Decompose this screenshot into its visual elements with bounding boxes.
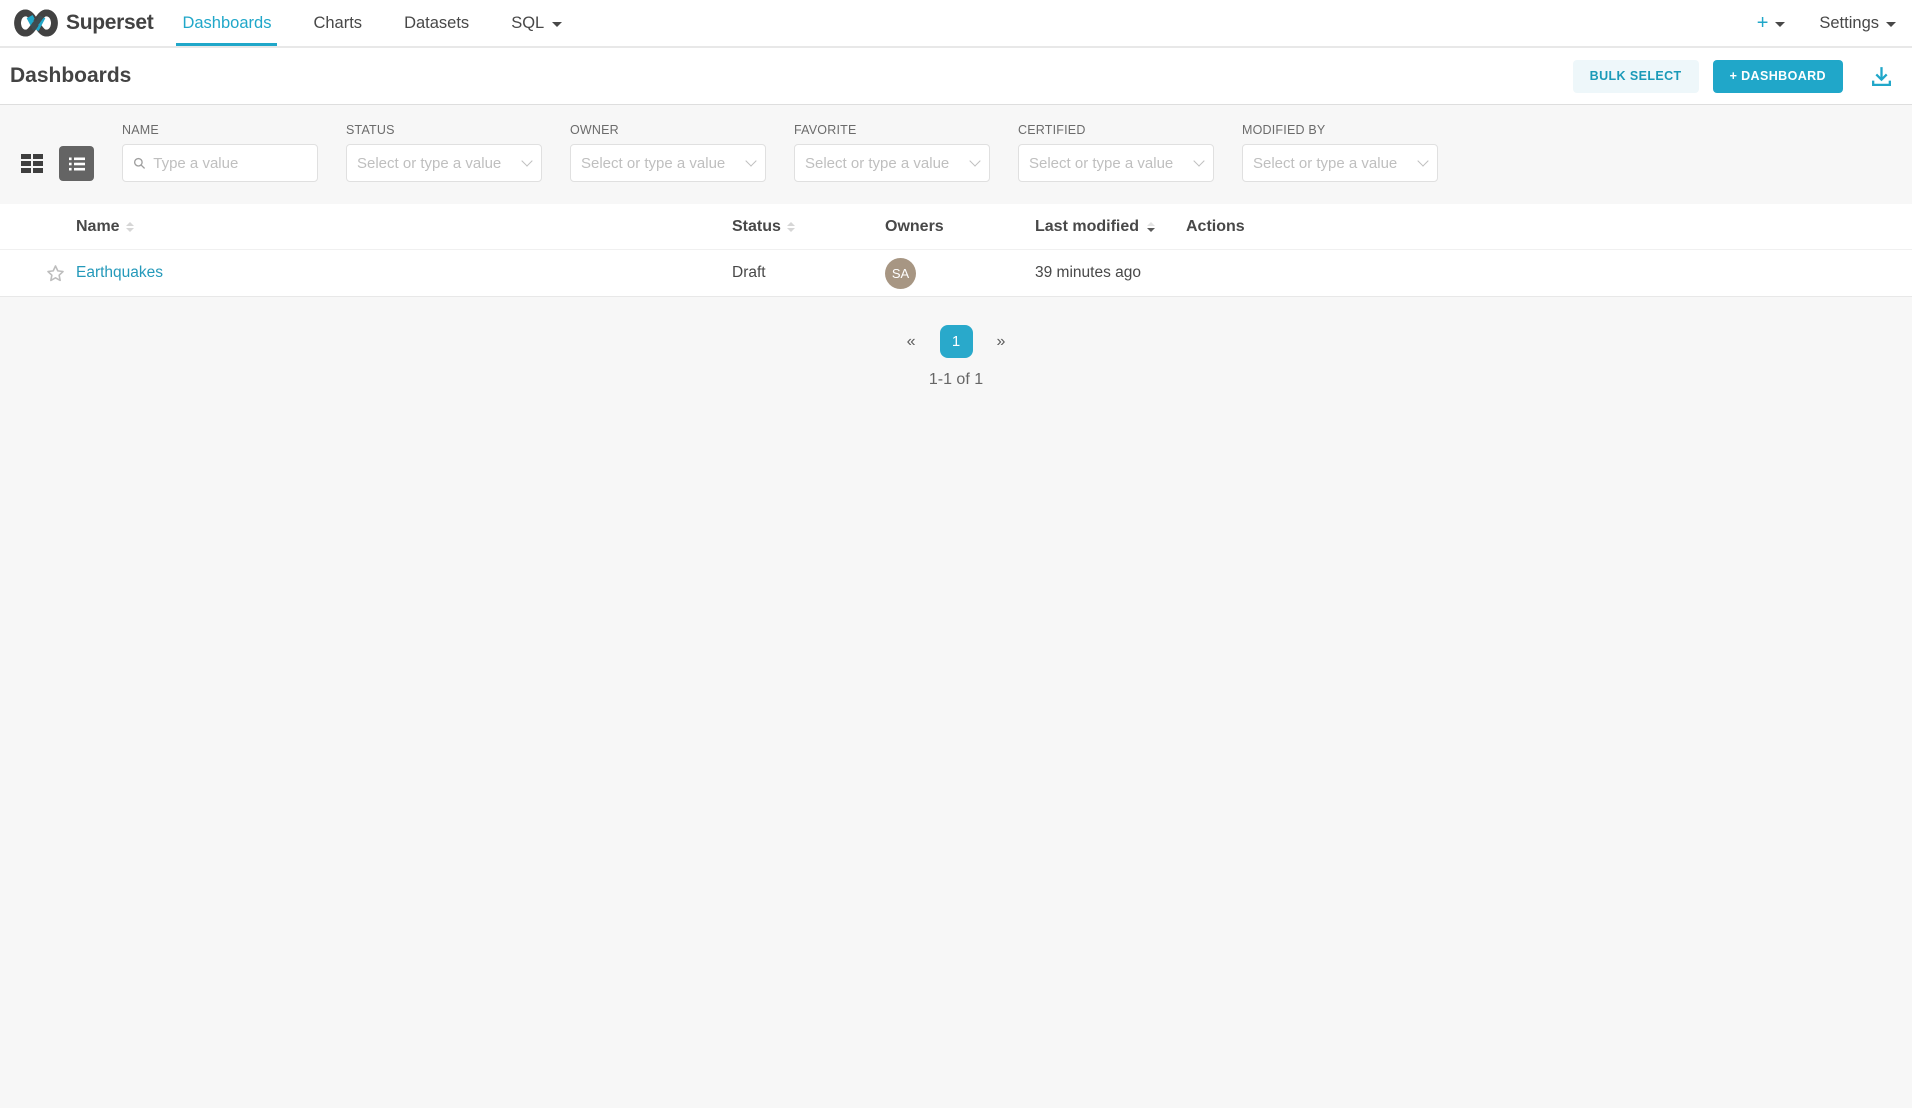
nav-tab-sql[interactable]: SQL: [505, 0, 568, 46]
sort-desc-icon: [1147, 222, 1155, 232]
nav-tab-sql-label: SQL: [511, 14, 544, 33]
main-nav: Dashboards Charts Datasets SQL: [161, 0, 583, 46]
filter-field-certified: CERTIFIED Select or type a value: [1018, 123, 1214, 182]
top-navbar: Superset Dashboards Charts Datasets SQL …: [0, 0, 1912, 48]
column-label: Status: [732, 218, 781, 236]
superset-logo[interactable]: Superset: [14, 0, 153, 46]
superset-infinity-icon: [14, 8, 58, 38]
status-value: Draft: [732, 264, 766, 282]
select-placeholder: Select or type a value: [805, 155, 964, 172]
select-placeholder: Select or type a value: [1253, 155, 1412, 172]
chevron-down-icon: [1886, 22, 1896, 27]
star-icon[interactable]: [46, 264, 65, 283]
name-filter: [122, 144, 318, 182]
chevron-down-icon: [1775, 22, 1785, 27]
last-modified-cell: 39 minutes ago: [1035, 264, 1186, 282]
chevron-down-icon: [745, 155, 756, 166]
plus-icon: +: [1757, 12, 1769, 35]
list-view-toggle[interactable]: [59, 146, 94, 181]
nav-tab-charts-label: Charts: [313, 14, 362, 33]
select-placeholder: Select or type a value: [357, 155, 516, 172]
next-page-button[interactable]: »: [989, 329, 1014, 355]
status-filter-select[interactable]: Select or type a value: [346, 144, 542, 182]
name-cell: Earthquakes: [76, 264, 732, 282]
column-label: Last modified: [1035, 218, 1139, 236]
nav-tab-charts[interactable]: Charts: [307, 0, 368, 46]
view-toggles: [14, 146, 94, 181]
navbar-right: + Settings: [1757, 0, 1896, 46]
page-1-button[interactable]: 1: [940, 325, 973, 358]
filter-field-status: STATUS Select or type a value: [346, 123, 542, 182]
settings-menu[interactable]: Settings: [1819, 14, 1896, 33]
chevron-down-icon: [969, 155, 980, 166]
select-placeholder: Select or type a value: [1029, 155, 1188, 172]
filter-field-favorite: FAVORITE Select or type a value: [794, 123, 990, 182]
download-icon: [1869, 64, 1894, 89]
pager: « 1 »: [0, 325, 1912, 358]
certified-filter-select[interactable]: Select or type a value: [1018, 144, 1214, 182]
pagination-summary: 1-1 of 1: [0, 371, 1912, 389]
bulk-select-button[interactable]: BULK SELECT: [1573, 60, 1699, 93]
header-actions: BULK SELECT + DASHBOARD: [1573, 60, 1894, 93]
pagination: « 1 » 1-1 of 1: [0, 297, 1912, 389]
owners-cell: SA: [885, 258, 1035, 289]
nav-tab-dashboards[interactable]: Dashboards: [176, 0, 277, 46]
new-item-menu[interactable]: +: [1757, 12, 1786, 35]
last-modified-value: 39 minutes ago: [1035, 264, 1141, 282]
chevron-down-icon: [1417, 155, 1428, 166]
chevron-down-icon: [521, 155, 532, 166]
nav-tab-datasets-label: Datasets: [404, 14, 469, 33]
page-header: Dashboards BULK SELECT + DASHBOARD: [0, 48, 1912, 105]
filter-bar: NAME STATUS Select or type a value OWNER…: [0, 105, 1912, 204]
column-label: Name: [76, 218, 120, 236]
owner-filter-select[interactable]: Select or type a value: [570, 144, 766, 182]
filter-label: MODIFIED BY: [1242, 123, 1438, 137]
status-column-header[interactable]: Status: [732, 218, 885, 236]
select-placeholder: Select or type a value: [581, 155, 740, 172]
brand-name: Superset: [66, 11, 153, 35]
table-header-row: Name Status Owners Last modified Actions: [0, 204, 1912, 250]
modified-by-filter-select[interactable]: Select or type a value: [1242, 144, 1438, 182]
page-title: Dashboards: [10, 64, 131, 88]
column-label: Owners: [885, 218, 944, 236]
chevron-down-icon: [1193, 155, 1204, 166]
chevron-down-icon: [552, 22, 562, 27]
nav-tab-datasets[interactable]: Datasets: [398, 0, 475, 46]
dashboard-link[interactable]: Earthquakes: [76, 264, 163, 282]
filter-field-owner: OWNER Select or type a value: [570, 123, 766, 182]
filter-label: NAME: [122, 123, 318, 137]
import-dashboards-button[interactable]: [1869, 64, 1894, 89]
filter-label: OWNER: [570, 123, 766, 137]
favorite-cell: [0, 264, 76, 283]
dashboards-table: Name Status Owners Last modified Actions…: [0, 204, 1912, 297]
filter-field-name: NAME: [122, 123, 318, 182]
filter-label: STATUS: [346, 123, 542, 137]
status-cell: Draft: [732, 264, 885, 282]
last-modified-column-header[interactable]: Last modified: [1035, 218, 1186, 236]
list-view-icon: [67, 154, 87, 174]
table-row: Earthquakes Draft SA 39 minutes ago: [0, 250, 1912, 297]
filter-label: CERTIFIED: [1018, 123, 1214, 137]
actions-column-header: Actions: [1186, 218, 1912, 236]
search-icon: [133, 156, 146, 171]
sort-icon: [787, 222, 795, 232]
new-dashboard-button[interactable]: + DASHBOARD: [1713, 60, 1843, 93]
card-view-toggle[interactable]: [14, 146, 49, 181]
column-label: Actions: [1186, 218, 1245, 235]
favorite-filter-select[interactable]: Select or type a value: [794, 144, 990, 182]
name-column-header[interactable]: Name: [76, 218, 732, 236]
owners-column-header: Owners: [885, 218, 1035, 236]
settings-menu-label: Settings: [1819, 14, 1879, 33]
owner-avatar[interactable]: SA: [885, 258, 916, 289]
sort-icon: [126, 222, 134, 232]
nav-tab-dashboards-label: Dashboards: [182, 14, 271, 33]
name-filter-input[interactable]: [153, 155, 307, 172]
filter-field-modified-by: MODIFIED BY Select or type a value: [1242, 123, 1438, 182]
prev-page-button[interactable]: «: [899, 329, 924, 355]
card-view-icon: [21, 154, 43, 173]
filter-label: FAVORITE: [794, 123, 990, 137]
